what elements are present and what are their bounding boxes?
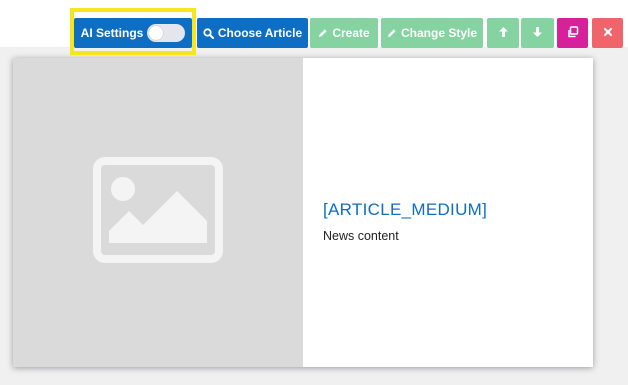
arrow-down-icon bbox=[532, 26, 543, 41]
ai-settings-toggle[interactable] bbox=[147, 24, 186, 42]
ai-settings-button[interactable]: AI Settings bbox=[74, 18, 192, 48]
block-toolbar: AI Settings Choose Article Create Change… bbox=[0, 0, 628, 60]
delete-button[interactable] bbox=[592, 18, 623, 48]
create-button[interactable]: Create bbox=[310, 18, 378, 48]
create-label: Create bbox=[332, 26, 370, 40]
copy-button[interactable] bbox=[557, 18, 588, 48]
change-style-button[interactable]: Change Style bbox=[381, 18, 483, 48]
toggle-knob bbox=[149, 26, 164, 40]
move-up-button[interactable] bbox=[487, 18, 519, 48]
change-style-label: Change Style bbox=[400, 26, 478, 40]
article-description: News content bbox=[323, 229, 399, 243]
article-image[interactable] bbox=[13, 58, 303, 367]
article-card[interactable]: [ARTICLE_MEDIUM] News content bbox=[13, 58, 593, 367]
arrow-up-icon bbox=[498, 26, 509, 41]
search-icon bbox=[203, 27, 214, 39]
close-icon bbox=[603, 26, 613, 40]
ai-settings-label: AI Settings bbox=[80, 26, 144, 40]
choose-article-label: Choose Article bbox=[217, 26, 303, 40]
article-title[interactable]: [ARTICLE_MEDIUM] bbox=[323, 200, 593, 220]
choose-article-button[interactable]: Choose Article bbox=[197, 18, 308, 48]
pencil-icon bbox=[318, 28, 328, 38]
move-down-button[interactable] bbox=[521, 18, 554, 48]
image-placeholder-icon bbox=[93, 157, 223, 268]
article-text: [ARTICLE_MEDIUM] News content bbox=[303, 58, 593, 367]
copy-icon bbox=[567, 25, 579, 41]
pencil-icon bbox=[387, 28, 397, 38]
